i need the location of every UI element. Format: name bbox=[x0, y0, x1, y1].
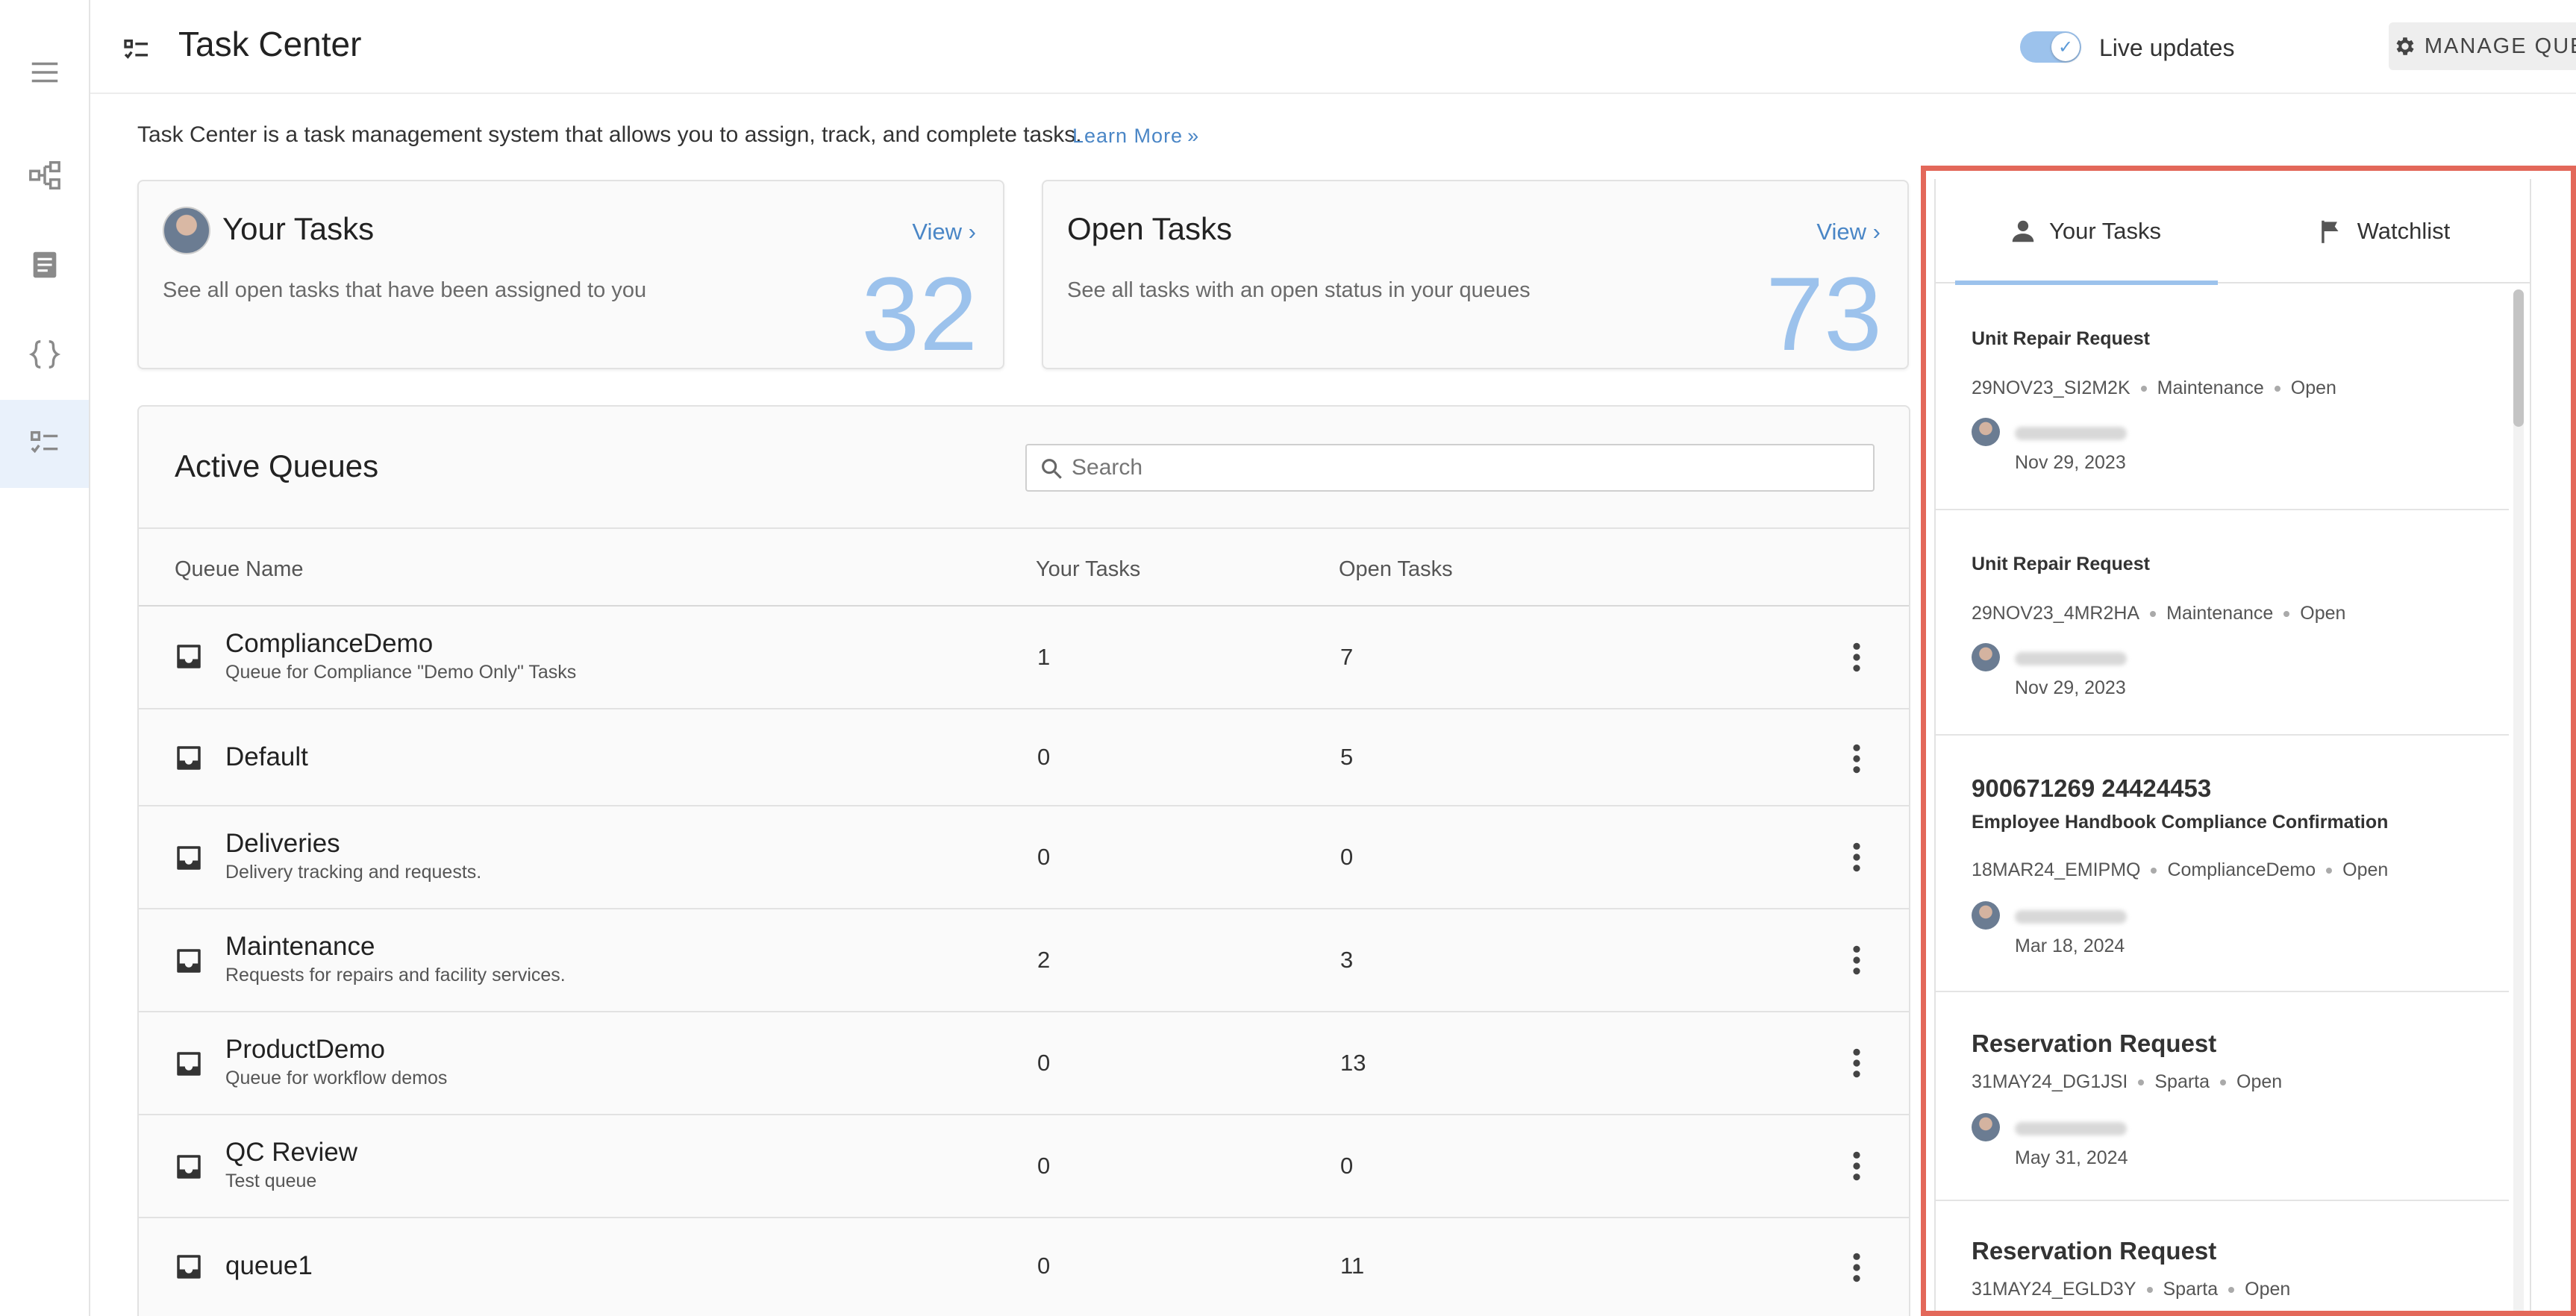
queue-name: ProductDemo bbox=[225, 1035, 385, 1064]
queue-search[interactable] bbox=[1025, 444, 1875, 492]
top-header: Task Center ✓ Live updates MANAGE QUEUES bbox=[90, 0, 2576, 94]
queue-open-tasks: 0 bbox=[1340, 844, 1354, 870]
search-input[interactable] bbox=[1072, 451, 1863, 484]
queue-open-tasks: 11 bbox=[1340, 1253, 1365, 1279]
more-options-icon[interactable] bbox=[1848, 841, 1866, 874]
queue-your-tasks: 0 bbox=[1037, 1253, 1051, 1279]
queue-open-tasks: 13 bbox=[1340, 1050, 1366, 1076]
more-options-icon[interactable] bbox=[1848, 742, 1866, 775]
workflow-icon[interactable] bbox=[0, 131, 89, 219]
learn-more-label: Learn More bbox=[1072, 125, 1184, 147]
your-tasks-description: See all open tasks that have been assign… bbox=[163, 278, 647, 302]
your-tasks-title: Your Tasks bbox=[222, 211, 375, 246]
table-row[interactable]: ProductDemo Queue for workflow demos 0 1… bbox=[139, 1012, 1909, 1115]
inbox-icon bbox=[177, 1255, 201, 1279]
queue-table-header: Queue Name Your Tasks Open Tasks bbox=[139, 527, 1909, 607]
manage-queues-label: MANAGE QUEUES bbox=[2424, 34, 2576, 58]
chevron-right-icon: › bbox=[1872, 219, 1881, 245]
open-tasks-count: 73 bbox=[1766, 255, 1882, 372]
active-queues-panel: Active Queues Queue Name Your Tasks Open… bbox=[137, 405, 1910, 1316]
queue-description: Requests for repairs and facility servic… bbox=[225, 965, 566, 986]
view-label: View bbox=[912, 219, 963, 245]
table-row[interactable]: ComplianceDemo Queue for Compliance "Dem… bbox=[139, 607, 1909, 709]
gear-icon bbox=[2396, 37, 2414, 55]
more-options-icon[interactable] bbox=[1848, 641, 1866, 674]
queue-description: Test queue bbox=[225, 1171, 317, 1191]
open-tasks-card: Open Tasks View › See all tasks with an … bbox=[1042, 180, 1909, 369]
queue-your-tasks: 0 bbox=[1037, 744, 1051, 770]
view-label: View bbox=[1816, 219, 1867, 245]
intro-text: Task Center is a task management system … bbox=[137, 122, 1082, 147]
your-tasks-card: Your Tasks View › See all open tasks tha… bbox=[137, 180, 1004, 369]
more-options-icon[interactable] bbox=[1848, 1251, 1866, 1284]
column-queue-name: Queue Name bbox=[175, 557, 304, 581]
learn-more-link[interactable]: Learn More» bbox=[1072, 125, 1199, 148]
queue-name: QC Review bbox=[225, 1138, 357, 1167]
more-options-icon[interactable] bbox=[1848, 944, 1866, 977]
table-row[interactable]: Maintenance Requests for repairs and fac… bbox=[139, 909, 1909, 1012]
open-tasks-title: Open Tasks bbox=[1067, 211, 1233, 246]
queue-description: Delivery tracking and requests. bbox=[225, 862, 482, 883]
left-rail bbox=[0, 0, 90, 1316]
avatar bbox=[163, 207, 210, 254]
chevron-right-icon: › bbox=[968, 219, 976, 245]
active-queues-title: Active Queues bbox=[175, 448, 379, 483]
inbox-icon bbox=[177, 1155, 201, 1179]
inbox-icon bbox=[177, 1052, 201, 1076]
queue-name: queue1 bbox=[225, 1251, 313, 1280]
queue-open-tasks: 0 bbox=[1340, 1153, 1354, 1179]
inbox-icon bbox=[177, 949, 201, 973]
live-updates-label: Live updates bbox=[2099, 34, 2235, 61]
queue-your-tasks: 2 bbox=[1037, 947, 1051, 973]
queue-name: Default bbox=[225, 742, 308, 771]
table-row[interactable]: Deliveries Delivery tracking and request… bbox=[139, 806, 1909, 909]
your-tasks-count: 32 bbox=[861, 255, 978, 372]
document-icon[interactable] bbox=[0, 221, 89, 309]
page-title: Task Center bbox=[178, 25, 362, 63]
queue-name: ComplianceDemo bbox=[225, 629, 434, 658]
queue-name: Maintenance bbox=[225, 932, 375, 961]
queue-open-tasks: 3 bbox=[1340, 947, 1354, 973]
inbox-icon bbox=[177, 846, 201, 870]
column-open-tasks: Open Tasks bbox=[1339, 557, 1453, 581]
open-tasks-description: See all tasks with an open status in you… bbox=[1067, 278, 1531, 302]
queue-open-tasks: 7 bbox=[1340, 644, 1354, 670]
queue-your-tasks: 0 bbox=[1037, 1050, 1051, 1076]
manage-queues-button[interactable]: MANAGE QUEUES bbox=[2389, 22, 2576, 70]
check-icon: ✓ bbox=[2051, 33, 2080, 61]
menu-icon[interactable] bbox=[0, 28, 89, 116]
open-tasks-view-link[interactable]: View › bbox=[1816, 219, 1881, 245]
queue-your-tasks: 1 bbox=[1037, 644, 1051, 670]
task-center-icon[interactable] bbox=[0, 400, 89, 488]
highlight-outline bbox=[1921, 166, 2576, 1316]
queue-name: Deliveries bbox=[225, 829, 340, 858]
queue-description: Queue for Compliance "Demo Only" Tasks bbox=[225, 662, 577, 683]
column-your-tasks: Your Tasks bbox=[1036, 557, 1141, 581]
more-options-icon[interactable] bbox=[1848, 1150, 1866, 1182]
table-row[interactable]: queue1 0 11 bbox=[139, 1218, 1909, 1316]
your-tasks-view-link[interactable]: View › bbox=[912, 219, 976, 245]
queue-your-tasks: 0 bbox=[1037, 1153, 1051, 1179]
task-list-icon bbox=[124, 40, 148, 59]
double-chevron-right-icon: » bbox=[1187, 125, 1200, 147]
code-braces-icon[interactable] bbox=[0, 310, 89, 398]
queue-description: Queue for workflow demos bbox=[225, 1068, 448, 1088]
live-updates-toggle[interactable]: ✓ bbox=[2020, 31, 2081, 63]
more-options-icon[interactable] bbox=[1848, 1047, 1866, 1080]
queue-your-tasks: 0 bbox=[1037, 844, 1051, 870]
queue-open-tasks: 5 bbox=[1340, 744, 1354, 770]
table-row[interactable]: QC Review Test queue 0 0 bbox=[139, 1115, 1909, 1218]
inbox-icon bbox=[177, 645, 201, 668]
table-row[interactable]: Default 0 5 bbox=[139, 709, 1909, 806]
search-icon bbox=[1042, 459, 1062, 479]
inbox-icon bbox=[177, 746, 201, 770]
